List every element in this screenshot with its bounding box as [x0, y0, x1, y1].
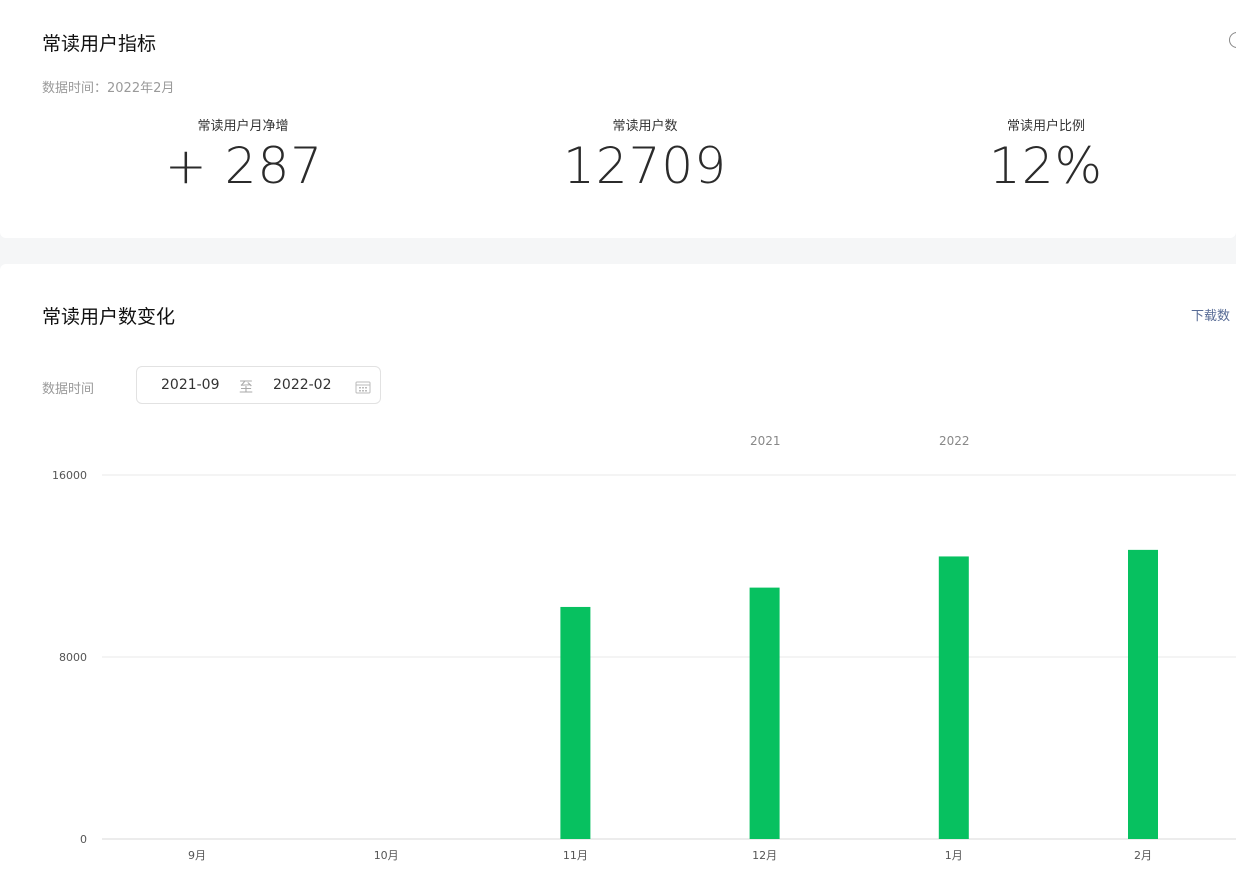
metric-value-readers: 12709 — [562, 137, 728, 195]
help-icon[interactable] — [1229, 32, 1236, 48]
x-tick-label: 1月 — [945, 849, 963, 862]
date-end-input[interactable]: 2022-02 — [273, 377, 332, 393]
summary-card: 常读用户指标 数据时间：2022年2月 常读用户月净增 + 287 常读用户数 … — [0, 0, 1236, 238]
y-tick-label: 8000 — [59, 651, 87, 664]
x-tick-label: 2月 — [1134, 849, 1152, 862]
metric-label-readers: 常读用户数 — [612, 119, 678, 134]
metric-value-ratio: 12% — [988, 137, 1104, 195]
x-tick-label: 10月 — [374, 849, 399, 862]
summary-data-time: 数据时间：2022年2月 — [42, 81, 175, 96]
readers-bar-chart: 0 8000 16000 9月 10月 11月 12月 1月 2月 — [52, 469, 1236, 862]
y-tick-label: 16000 — [52, 469, 87, 482]
x-tick-label: 12月 — [752, 849, 777, 862]
calendar-icon[interactable] — [355, 379, 371, 398]
x-tick-label: 9月 — [188, 849, 206, 862]
bar — [1128, 549, 1158, 839]
year-label-2022: 2022 — [939, 434, 970, 448]
metric-label-ratio: 常读用户比例 — [1006, 119, 1085, 134]
bar — [749, 587, 780, 839]
bar — [938, 556, 969, 839]
date-start-input[interactable]: 2021-09 — [161, 377, 220, 393]
x-tick-label: 11月 — [563, 849, 588, 862]
y-tick-label: 0 — [80, 833, 87, 846]
date-separator: 至 — [239, 380, 253, 396]
summary-title: 常读用户指标 — [42, 33, 157, 55]
trend-title: 常读用户数变化 — [42, 306, 176, 328]
year-label-2021: 2021 — [750, 434, 781, 448]
download-data-link[interactable]: 下载数 — [1191, 305, 1230, 324]
date-range-label: 数据时间 — [42, 382, 95, 397]
metric-value-net-increase: + 287 — [164, 137, 324, 195]
bar — [560, 606, 591, 839]
date-range-picker[interactable]: 2021-09 至 2022-02 — [136, 366, 381, 404]
metric-label-net-increase: 常读用户月净增 — [197, 119, 289, 134]
